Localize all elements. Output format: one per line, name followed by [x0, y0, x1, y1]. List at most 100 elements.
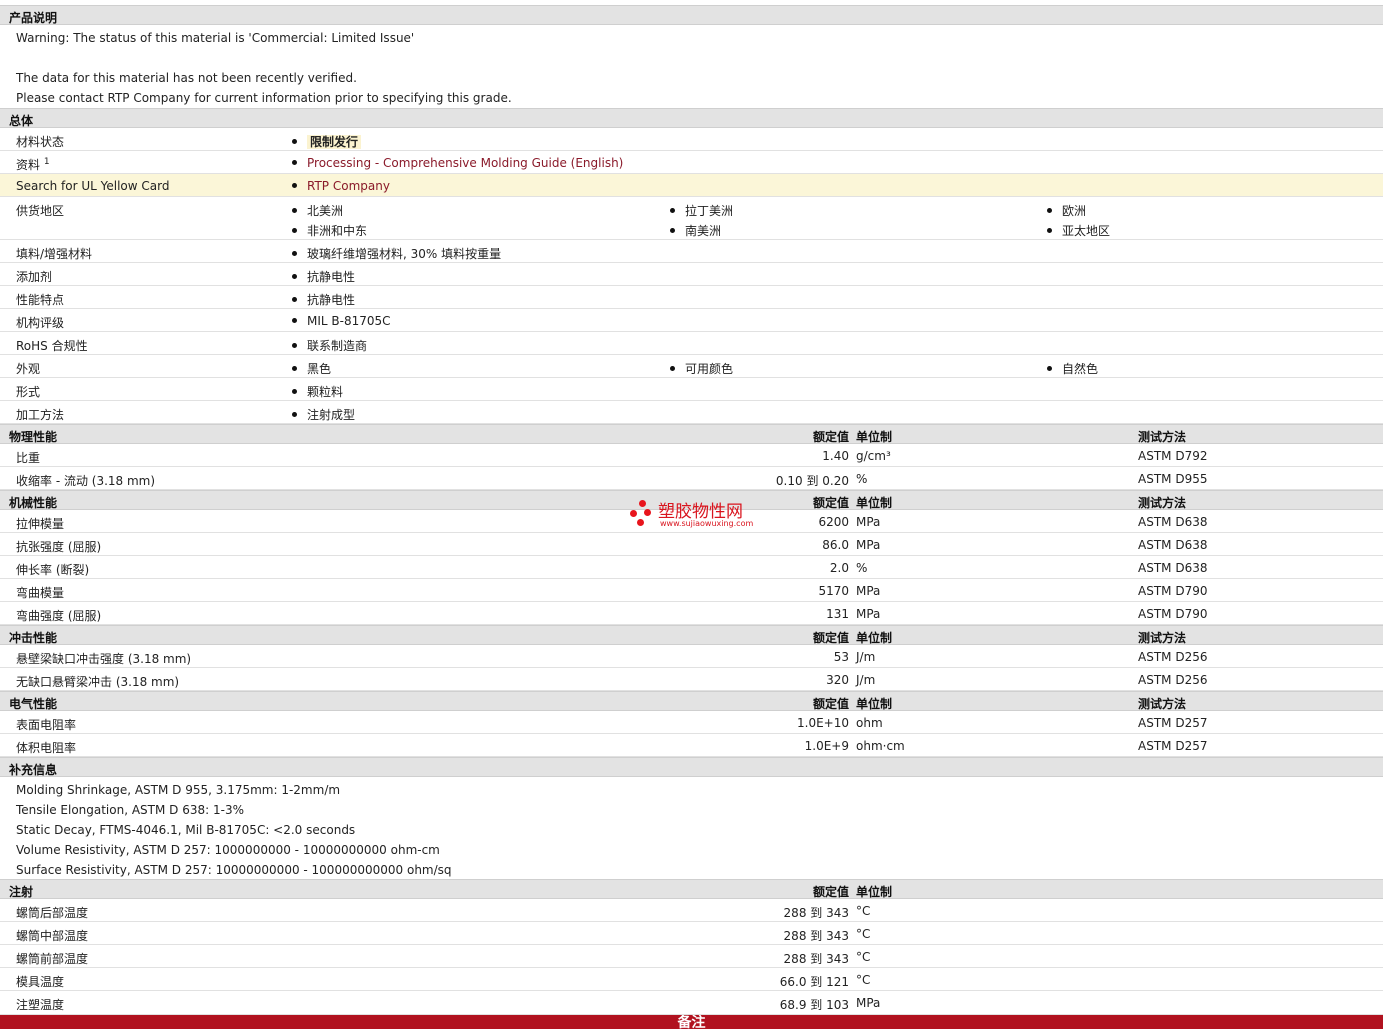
- row-method: ASTM D955: [1138, 472, 1208, 486]
- row-value: 68.9 到 103: [779, 998, 849, 1012]
- list-item-text: 黑色: [307, 362, 332, 376]
- column-header-unit: 单位制: [856, 697, 893, 711]
- bullet-icon: [1047, 228, 1052, 233]
- table-row: 体积电阻率 1.0E+9 ohm·cm ASTM D257: [0, 734, 1383, 757]
- column-header-nominal: 额定值: [812, 697, 849, 711]
- bullet-icon: [292, 389, 297, 394]
- list-item: 自然色: [1047, 360, 1098, 377]
- row-method: ASTM D256: [1138, 650, 1208, 664]
- row-value: 1.40: [822, 449, 849, 463]
- row-unit: °C: [856, 950, 871, 964]
- column-header-unit: 单位制: [856, 496, 893, 510]
- watermark-url: www.sujiaowuxing.com: [660, 519, 754, 528]
- notes-title: 备注: [677, 1015, 706, 1029]
- row-method: ASTM D790: [1138, 607, 1208, 621]
- section-header-electrical: 电气性能 额定值 单位制 测试方法: [0, 691, 1383, 711]
- row-label: 加工方法: [16, 408, 65, 422]
- row-label: RoHS 合规性: [16, 339, 88, 353]
- table-row: 模具温度 66.0 到 121 °C: [0, 968, 1383, 991]
- section-header-injection: 注射 额定值 单位制: [0, 879, 1383, 899]
- row-value: 66.0 到 121: [779, 975, 849, 989]
- row-label: 比重: [16, 451, 41, 465]
- row-label: 悬壁梁缺口冲击强度 (3.18 mm): [16, 652, 192, 666]
- section-header-description: 产品说明: [0, 5, 1383, 25]
- column-header-nominal: 额定值: [812, 430, 849, 444]
- row-method: ASTM D257: [1138, 739, 1208, 753]
- rtp-company-link[interactable]: RTP Company: [307, 179, 390, 193]
- supplement-line: Molding Shrinkage, ASTM D 955, 3.175mm: …: [16, 783, 341, 797]
- bullet-icon: [670, 366, 675, 371]
- list-item-text: 注射成型: [307, 408, 356, 422]
- footnote-marker: 1: [43, 157, 50, 167]
- row-value: 1.0E+9: [804, 739, 849, 753]
- row-label: 外观: [16, 362, 41, 376]
- row-label: 螺筒后部温度: [16, 906, 89, 920]
- column-header-unit: 单位制: [856, 885, 893, 899]
- list-item-text: 可用颜色: [685, 362, 734, 376]
- section-title: 物理性能: [9, 430, 58, 444]
- list-item: MIL B-81705C: [292, 314, 391, 328]
- bullet-icon: [292, 366, 297, 371]
- row-label: 弯曲强度 (屈服): [16, 609, 102, 623]
- row-method: ASTM D790: [1138, 584, 1208, 598]
- row-value: 1.0E+10: [797, 716, 849, 730]
- row-method: ASTM D257: [1138, 716, 1208, 730]
- row-label: 伸长率 (断裂): [16, 563, 90, 577]
- section-header-physical: 物理性能 额定值 单位制 测试方法: [0, 424, 1383, 444]
- row-filler: 填料/增强材料 玻璃纤维增强材料, 30% 填料按重量: [0, 240, 1383, 263]
- table-row: 收缩率 - 流动 (3.18 mm) 0.10 到 0.20 % ASTM D9…: [0, 467, 1383, 490]
- row-label: Search for UL Yellow Card: [16, 179, 170, 193]
- row-label: 体积电阻率: [16, 741, 77, 755]
- row-value: 320: [826, 673, 849, 687]
- row-unit: MPa: [856, 996, 881, 1010]
- row-rohs: RoHS 合规性 联系制造商: [0, 332, 1383, 355]
- list-item-text: 北美洲: [307, 204, 344, 218]
- list-item: RTP Company: [292, 179, 390, 193]
- list-item: 注射成型: [292, 406, 355, 423]
- list-item-text: 亚太地区: [1062, 224, 1111, 238]
- list-item-text: MIL B-81705C: [307, 314, 391, 328]
- literature-link[interactable]: Processing - Comprehensive Molding Guide…: [307, 156, 623, 170]
- table-row: 比重 1.40 g/cm³ ASTM D792: [0, 444, 1383, 467]
- row-label: 弯曲模量: [16, 586, 65, 600]
- row-unit: J/m: [856, 650, 876, 664]
- list-item: 抗静电性: [292, 268, 355, 285]
- supplement-line: Static Decay, FTMS-4046.1, Mil B-81705C:…: [16, 823, 356, 837]
- row-method: ASTM D792: [1138, 449, 1208, 463]
- bullet-icon: [1047, 366, 1052, 371]
- list-item: 抗静电性: [292, 291, 355, 308]
- row-features: 性能特点 抗静电性: [0, 286, 1383, 309]
- row-method: ASTM D638: [1138, 561, 1208, 575]
- bullet-icon: [292, 343, 297, 348]
- row-label: 添加剂: [16, 270, 53, 284]
- row-unit: %: [856, 472, 868, 486]
- row-ul-yellow-card: Search for UL Yellow Card RTP Company: [0, 174, 1383, 197]
- column-header-nominal: 额定值: [812, 496, 849, 510]
- list-item: 北美洲: [292, 202, 343, 219]
- notes-header-bar: 备注: [0, 1015, 1383, 1029]
- row-unit: ohm: [856, 716, 883, 730]
- row-label: 供货地区: [16, 204, 65, 218]
- column-header-method: 测试方法: [1138, 631, 1187, 645]
- section-title: 产品说明: [9, 11, 58, 25]
- bullet-icon: [292, 412, 297, 417]
- column-header-unit: 单位制: [856, 430, 893, 444]
- section-title: 机械性能: [9, 496, 58, 510]
- list-item-text: 南美洲: [685, 224, 722, 238]
- list-item-text: 抗静电性: [307, 293, 356, 307]
- bullet-icon: [292, 228, 297, 233]
- column-header-unit: 单位制: [856, 631, 893, 645]
- list-item: 非洲和中东: [292, 222, 367, 239]
- column-header-nominal: 额定值: [812, 631, 849, 645]
- table-row: 伸长率 (断裂) 2.0 % ASTM D638: [0, 556, 1383, 579]
- column-header-method: 测试方法: [1138, 496, 1187, 510]
- bullet-icon: [292, 251, 297, 256]
- table-row: 悬壁梁缺口冲击强度 (3.18 mm) 53 J/m ASTM D256: [0, 645, 1383, 668]
- bullet-icon: [292, 160, 297, 165]
- column-header-method: 测试方法: [1138, 430, 1187, 444]
- row-supply-region: 供货地区 北美洲 拉丁美洲 欧洲 非洲和中东 南美洲 亚太地区: [0, 197, 1383, 240]
- row-unit: °C: [856, 973, 871, 987]
- list-item-text: 非洲和中东: [307, 224, 368, 238]
- row-form: 形式 颗粒料: [0, 378, 1383, 401]
- bullet-icon: [670, 208, 675, 213]
